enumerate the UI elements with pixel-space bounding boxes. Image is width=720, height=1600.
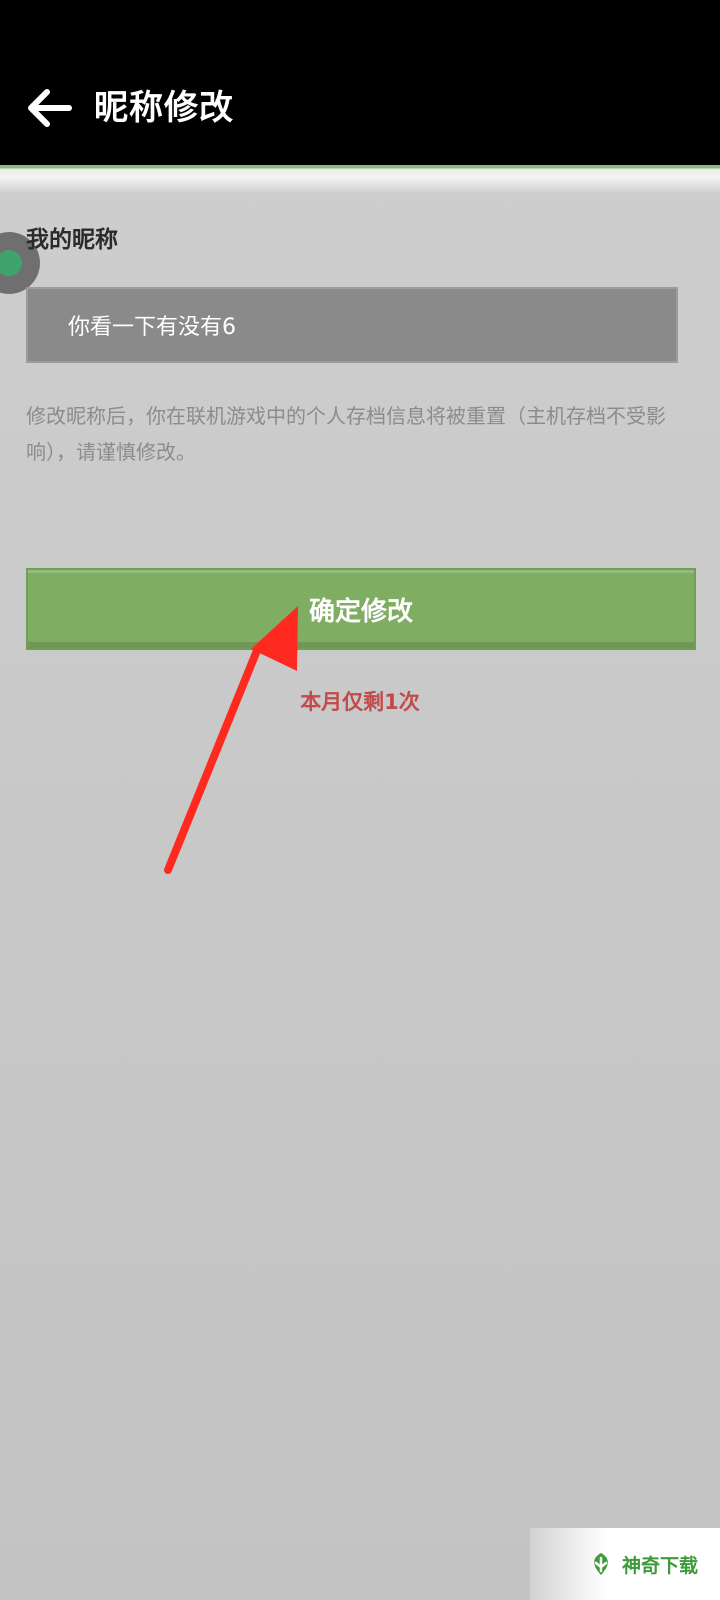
confirm-change-button[interactable]: 确定修改	[26, 568, 696, 650]
watermark: 神奇下载	[530, 1528, 720, 1600]
remaining-count-note: 本月仅剩1次	[300, 690, 420, 714]
app-screen: 昵称修改 我的昵称 修改昵称后，你在联机游戏中的个人存档信息将被重置（主机存档不…	[0, 0, 720, 1600]
back-arrow-icon	[28, 89, 72, 127]
nickname-label: 我的昵称	[26, 227, 118, 253]
header-divider	[0, 165, 720, 193]
watermark-logo-icon	[594, 1553, 608, 1575]
nickname-input[interactable]	[26, 287, 678, 363]
page-title: 昵称修改	[94, 88, 234, 128]
watermark-text: 神奇下载	[621, 1554, 698, 1577]
back-button[interactable]	[22, 80, 78, 136]
nickname-hint: 修改昵称后，你在联机游戏中的个人存档信息将被重置（主机存档不受影响），请谨慎修改…	[26, 404, 666, 464]
top-bar: 昵称修改	[0, 0, 720, 165]
